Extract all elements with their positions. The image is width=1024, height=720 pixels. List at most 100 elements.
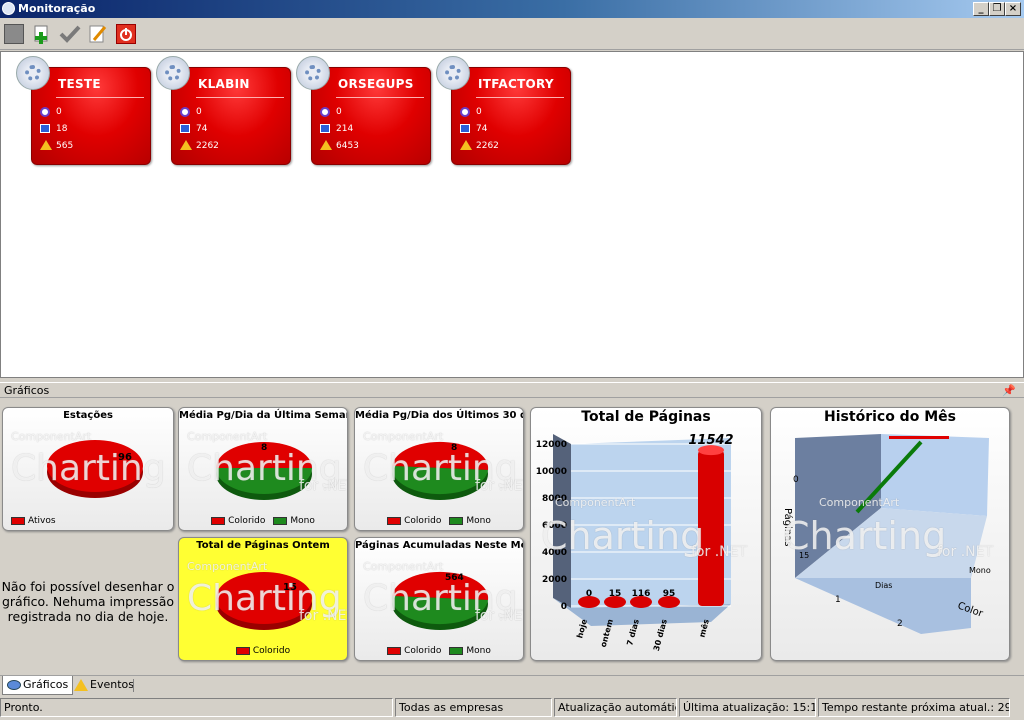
- gray-box-icon[interactable]: [4, 24, 24, 44]
- company-name: TESTE: [58, 77, 101, 91]
- charts-panel-title: Gráficos: [4, 384, 50, 397]
- company-card[interactable]: TESTE 0 18 565: [16, 56, 151, 165]
- alert-count: 565: [56, 141, 74, 151]
- edit-icon[interactable]: [88, 24, 108, 44]
- gear-icon: [436, 56, 470, 90]
- y-tick-label: 6000: [542, 521, 567, 531]
- remaining-time: Tempo restante próxima atual.: 29 min.: [818, 698, 1010, 717]
- add-icon[interactable]: [32, 24, 52, 44]
- legend-label: Mono: [466, 646, 491, 656]
- chart-historico-mes: Histórico do Mês 0 15 1 2 Mono Páginas D…: [770, 407, 1010, 661]
- warning-icon: [74, 679, 88, 691]
- legend-label: Colorido: [228, 516, 266, 526]
- title-bar: Monitoração _ ❐ ×: [0, 0, 1024, 18]
- warning-icon: [40, 140, 52, 150]
- data-label: 15: [283, 582, 297, 593]
- close-button[interactable]: ×: [1005, 2, 1021, 16]
- data-label: 15: [609, 589, 622, 599]
- charts-area: Estações 96 ComponentArt Charting Ativos…: [0, 399, 1024, 674]
- chart-icon: [7, 680, 21, 690]
- status-bar: Pronto. Todas as empresas Atualização au…: [0, 696, 1024, 720]
- tab-graficos[interactable]: Gráficos: [2, 676, 74, 695]
- company-card[interactable]: ORSEGUPS 0 214 6453: [296, 56, 431, 165]
- tab-label: Gráficos: [23, 678, 69, 691]
- app-icon: [2, 2, 15, 15]
- chart-estacoes: Estações 96 ComponentArt Charting Ativos: [2, 407, 174, 531]
- chart-media-30dias: Média Pg/Dia dos Últimos 30 dias 8 Compo…: [354, 407, 524, 531]
- station-icon: [320, 124, 330, 133]
- pie-slice: [216, 572, 312, 624]
- chart-total-paginas: Total de Páginas 0 2000 4000 6000 8000 10000 1…: [530, 407, 762, 661]
- pie-slice: [47, 440, 143, 492]
- companies-panel: TESTE 0 18 565 KLABIN 0 74 2262 ORSEGUPS…: [0, 51, 1024, 378]
- station-icon: [460, 124, 470, 133]
- data-label: 564: [445, 573, 464, 583]
- chart-acumuladas-mes: Páginas Acumuladas Neste Mês 564 Compone…: [354, 537, 524, 661]
- last-update: Última atualização: 15:12: [679, 698, 816, 717]
- station-count: 214: [336, 124, 354, 134]
- station-icon: [180, 124, 190, 133]
- power-icon[interactable]: [116, 24, 136, 44]
- company-card[interactable]: KLABIN 0 74 2262: [156, 56, 291, 165]
- gear-icon: [156, 56, 190, 90]
- offline-icon: [40, 107, 50, 117]
- warning-icon: [460, 140, 472, 150]
- pie-slice: [392, 571, 489, 600]
- no-data-message: Não foi possível desenhar o gráfico. Neh…: [1, 579, 175, 624]
- station-count: 74: [196, 124, 208, 134]
- company-filter[interactable]: Todas as empresas: [395, 698, 552, 717]
- alert-count: 2262: [196, 141, 219, 151]
- y-tick-label: 10000: [536, 467, 567, 477]
- alert-count: 6453: [336, 141, 359, 151]
- status-text: Pronto.: [0, 698, 393, 717]
- axis-tick: 15: [799, 551, 809, 560]
- offline-icon: [460, 107, 470, 117]
- charts-panel-header: Gráficos 📌: [0, 382, 1024, 398]
- axis-label: Dias: [875, 581, 892, 590]
- y-tick-label: 4000: [542, 548, 567, 558]
- offline-count: 0: [476, 107, 482, 117]
- data-label: 95: [663, 589, 676, 599]
- pin-icon[interactable]: 📌: [1002, 383, 1016, 398]
- data-label: 0: [586, 589, 592, 599]
- company-name: KLABIN: [198, 77, 250, 91]
- data-label: 8: [451, 443, 457, 453]
- alert-count: 2262: [476, 141, 499, 151]
- check-icon[interactable]: [59, 24, 81, 44]
- update-mode[interactable]: Atualização automática: [554, 698, 677, 717]
- category-label: hoje: [575, 618, 589, 640]
- offline-count: 0: [336, 107, 342, 117]
- restore-button[interactable]: ❐: [989, 2, 1005, 16]
- bar-chart: 0200040006000800010000120000hoje15ontem1…: [536, 433, 734, 652]
- legend-label: Colorido: [404, 646, 442, 656]
- pie-slice: [392, 441, 489, 470]
- legend-label: Mono: [290, 516, 315, 526]
- axis-tick: 1: [835, 595, 841, 605]
- company-card[interactable]: ITFACTORY 0 74 2262: [436, 56, 571, 165]
- axis-label: Páginas: [782, 508, 794, 547]
- y-tick-label: 0: [561, 602, 567, 612]
- bottom-tabs: Gráficos Eventos: [0, 675, 1024, 695]
- minimize-button[interactable]: _: [973, 2, 989, 16]
- legend-label: Colorido: [252, 646, 291, 656]
- legend-label: Ativos: [28, 516, 56, 526]
- axis-tick: 0: [793, 475, 799, 485]
- gear-icon: [296, 56, 330, 90]
- offline-count: 0: [56, 107, 62, 117]
- offline-icon: [180, 107, 190, 117]
- station-icon: [40, 124, 50, 133]
- y-tick-label: 8000: [542, 494, 567, 504]
- legend-label: Colorido: [404, 516, 442, 526]
- tab-eventos[interactable]: Eventos: [70, 676, 138, 695]
- chart-total-ontem: Total de Páginas Ontem 15 ComponentArt C…: [178, 537, 348, 661]
- y-tick-label: 12000: [536, 440, 567, 450]
- warning-icon: [180, 140, 192, 150]
- chart-media-semana: Média Pg/Dia da Última Semana 8 Componen…: [178, 407, 348, 531]
- station-count: 18: [56, 124, 68, 134]
- warning-icon: [320, 140, 332, 150]
- axis-tick: 2: [897, 619, 903, 629]
- window-title: Monitoração: [18, 2, 96, 15]
- bar: [698, 450, 724, 606]
- tab-label: Eventos: [90, 678, 134, 691]
- legend-label: Mono: [466, 516, 491, 526]
